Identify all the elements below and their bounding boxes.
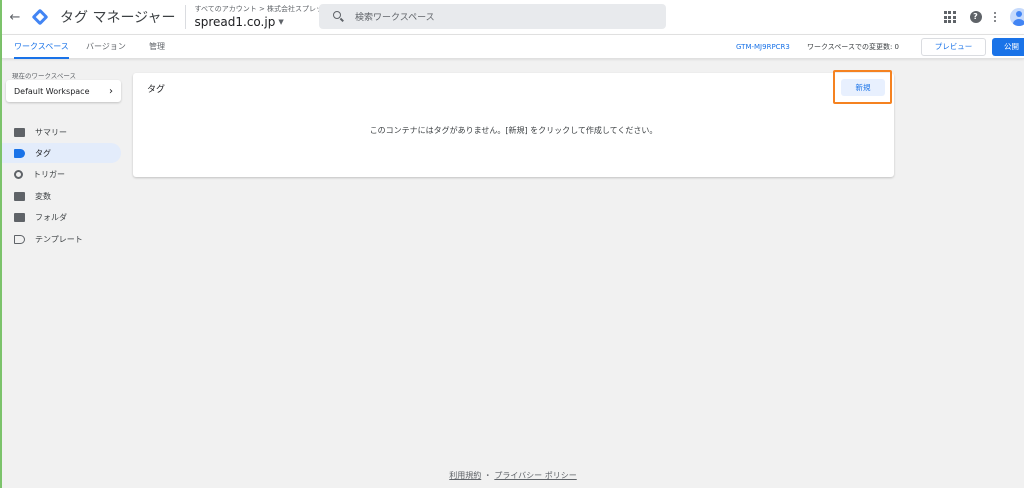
sidebar-item-label: サマリー <box>35 127 67 137</box>
top-app-bar: ← タグ マネージャー すべてのアカウント > 株式会社スプレッドワン spre… <box>2 0 1024 34</box>
workspace-selector[interactable]: Default Workspace › <box>6 80 121 102</box>
tab-versions[interactable]: バージョン <box>86 35 126 59</box>
card-title: タグ <box>147 85 166 95</box>
tab-workspace[interactable]: ワークスペース <box>14 35 69 59</box>
container-name-label: spread1.co.jp <box>194 14 276 29</box>
tag-manager-logo[interactable] <box>31 8 49 26</box>
trigger-icon <box>14 169 23 179</box>
workspace-tabbar: ワークスペース バージョン 管理 GTM-MJ9RPCR3 ワークスペースでの変… <box>2 34 1024 59</box>
preview-button[interactable]: プレビュー <box>921 38 986 56</box>
sidebar: 現在のワークスペース Default Workspace › サマリー タグ ト… <box>2 60 127 488</box>
footer: 利用規約 ・ プライバシー ポリシー <box>2 470 1024 481</box>
folder-icon <box>14 212 25 222</box>
workspace-search[interactable]: 検索ワークスペース <box>319 4 666 29</box>
new-tag-button[interactable]: 新規 <box>841 79 885 96</box>
header-divider <box>185 5 187 29</box>
empty-state-message: このコンテナにはタグがありません。[新規] をクリックして作成してください。 <box>369 126 658 135</box>
tab-admin[interactable]: 管理 <box>149 35 165 59</box>
tags-card: タグ 新規 このコンテナにはタグがありません。[新規] をクリックして作成してく… <box>133 70 894 177</box>
back-arrow-icon[interactable]: ← <box>6 10 24 25</box>
search-placeholder: 検索ワークスペース <box>355 13 435 23</box>
sidebar-item-label: 変数 <box>35 191 51 201</box>
more-vert-icon[interactable] <box>993 11 996 23</box>
terms-link[interactable]: 利用規約 <box>449 471 481 480</box>
sidebar-item-triggers[interactable]: トリガー <box>2 164 121 184</box>
tag-icon <box>14 148 25 158</box>
sidebar-item-label: タグ <box>35 148 51 158</box>
sidebar-item-folders[interactable]: フォルダ <box>2 207 121 227</box>
apps-grid-icon[interactable] <box>943 11 956 23</box>
summary-icon <box>14 127 25 137</box>
sidebar-item-tags[interactable]: タグ <box>2 143 121 163</box>
template-icon <box>14 234 25 244</box>
sidebar-item-templates[interactable]: テンプレート <box>2 229 121 249</box>
footer-separator: ・ <box>483 471 492 480</box>
search-icon <box>333 10 345 23</box>
app-title: タグ マネージャー <box>60 10 176 26</box>
help-icon[interactable]: ? <box>969 11 982 23</box>
workspace-name: Default Workspace <box>14 86 90 96</box>
account-avatar[interactable] <box>1010 8 1024 26</box>
sidebar-item-variables[interactable]: 変数 <box>2 186 121 206</box>
privacy-link[interactable]: プライバシー ポリシー <box>494 471 576 480</box>
workspace-changes-count: ワークスペースでの変更数: 0 <box>807 43 899 51</box>
variable-icon <box>14 191 25 201</box>
sidebar-item-label: フォルダ <box>35 212 67 222</box>
sidebar-item-label: トリガー <box>33 169 65 179</box>
chevron-right-icon: › <box>109 85 113 97</box>
sidebar-item-label: テンプレート <box>35 234 83 244</box>
sidebar-item-summary[interactable]: サマリー <box>2 122 121 142</box>
publish-button[interactable]: 公開 <box>992 38 1024 56</box>
container-id[interactable]: GTM-MJ9RPCR3 <box>736 35 790 59</box>
dropdown-caret-icon: ▼ <box>278 18 284 27</box>
current-workspace-label: 現在のワークスペース <box>12 72 77 80</box>
